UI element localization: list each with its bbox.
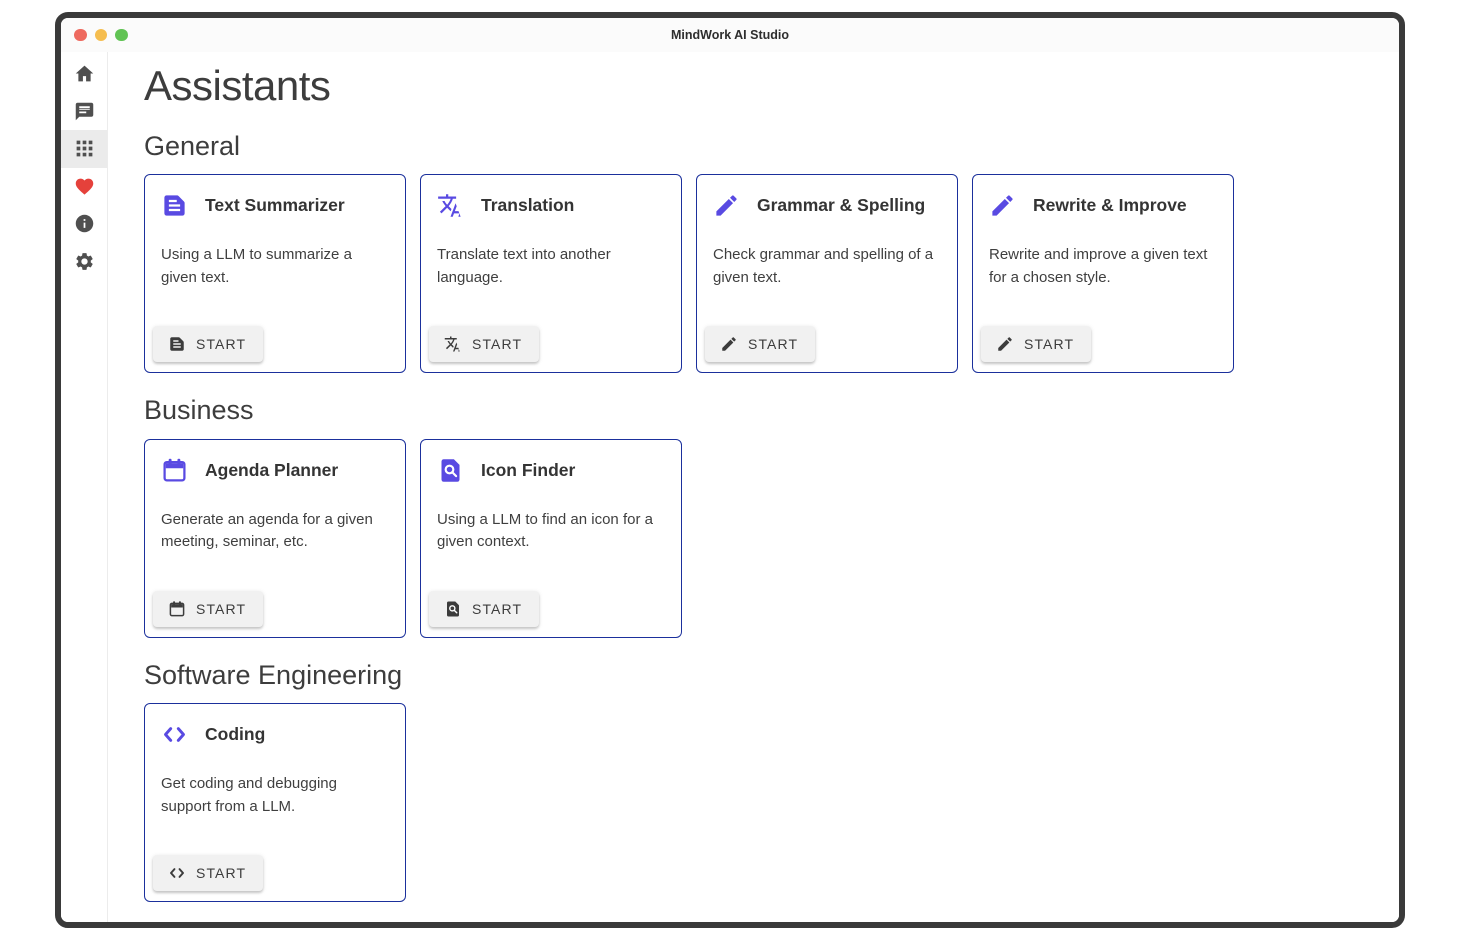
assistant-section: Business Agenda Planner Generate an agen… [144,394,1375,637]
start-button-icon [444,335,462,353]
card-header: Text Summarizer [161,192,389,219]
calendar-icon [161,457,188,484]
minimize-button[interactable] [95,29,108,42]
assistant-card: Text Summarizer Using a LLM to summarize… [144,174,406,373]
close-button[interactable] [74,29,87,42]
assistant-card: Agenda Planner Generate an agenda for a … [144,439,406,638]
assistant-card: Grammar & Spelling Check grammar and spe… [696,174,958,373]
card-header: Rewrite & Improve [989,192,1217,219]
start-button-label: START [196,865,246,881]
card-actions: START [705,326,815,362]
start-button[interactable]: START [429,326,539,362]
start-button[interactable]: START [153,591,263,627]
text-snippet-icon [161,192,188,219]
card-title: Rewrite & Improve [1033,195,1187,216]
sidebar-item-home[interactable] [61,55,107,93]
card-description: Translate text into another language. [437,244,665,289]
code-icon [161,721,188,748]
sidebar-item-about[interactable] [61,205,107,243]
zoom-button[interactable] [115,29,128,42]
card-description: Using a LLM to summarize a given text. [161,244,389,289]
start-button-icon [996,335,1014,353]
start-button-label: START [196,601,246,617]
start-button-label: START [748,336,798,352]
section-heading: Software Engineering [144,659,1375,691]
card-row: Text Summarizer Using a LLM to summarize… [144,174,1375,373]
sidebar-item-settings[interactable] [61,243,107,281]
card-description: Get coding and debugging support from a … [161,773,389,818]
home-icon [74,63,95,84]
card-title: Translation [481,195,574,216]
card-actions: START [153,855,263,891]
card-header: Icon Finder [437,457,665,484]
section-heading: General [144,130,1375,162]
card-title: Text Summarizer [205,195,345,216]
assistant-section: Software Engineering Coding Get coding a… [144,659,1375,902]
assistant-card: Coding Get coding and debugging support … [144,703,406,902]
window-title: MindWork AI Studio [61,28,1399,42]
sidebar-item-chat[interactable] [61,93,107,131]
translate-icon [437,192,464,219]
start-button[interactable]: START [153,855,263,891]
card-header: Grammar & Spelling [713,192,941,219]
start-button-icon [168,864,186,882]
traffic-lights [61,29,128,42]
start-button[interactable]: START [981,326,1091,362]
card-title: Grammar & Spelling [757,195,925,216]
start-button-label: START [472,601,522,617]
card-actions: START [981,326,1091,362]
assistant-card: Translation Translate text into another … [420,174,682,373]
card-title: Agenda Planner [205,460,338,481]
edit-icon [713,192,740,219]
card-header: Coding [161,721,389,748]
card-row: Coding Get coding and debugging support … [144,703,1375,902]
card-description: Using a LLM to find an icon for a given … [437,509,665,554]
card-actions: START [429,591,539,627]
page-title: Assistants [144,62,1375,109]
start-button-icon [720,335,738,353]
sidebar-item-assistants[interactable] [61,130,107,168]
card-row: Agenda Planner Generate an agenda for a … [144,439,1375,638]
assistant-section: General Text Summarizer Using a LLM to s… [144,130,1375,373]
sidebar-item-favorites[interactable] [61,168,107,206]
start-button-label: START [1024,336,1074,352]
start-button[interactable]: START [429,591,539,627]
apps-icon [74,138,95,159]
chat-icon [74,101,95,122]
start-button-label: START [196,336,246,352]
titlebar: MindWork AI Studio [61,18,1399,52]
app-window: MindWork AI Studio Assistants General Te… [55,12,1405,928]
assistant-card: Rewrite & Improve Rewrite and improve a … [972,174,1234,373]
card-description: Check grammar and spelling of a given te… [713,244,941,289]
card-description: Rewrite and improve a given text for a c… [989,244,1217,289]
start-button-label: START [472,336,522,352]
start-button[interactable]: START [153,326,263,362]
edit-icon [989,192,1016,219]
start-button-icon [444,600,462,618]
find-icon-icon [437,457,464,484]
start-button-icon [168,600,186,618]
card-description: Generate an agenda for a given meeting, … [161,509,389,554]
heart-icon [74,176,95,197]
card-header: Translation [437,192,665,219]
main-content: Assistants General Text Summarizer Using… [108,52,1399,922]
settings-icon [74,251,95,272]
window-body: Assistants General Text Summarizer Using… [61,52,1399,922]
desktop: MindWork AI Studio Assistants General Te… [0,0,1457,949]
sidebar-nav [61,52,108,922]
start-button-icon [168,335,186,353]
card-header: Agenda Planner [161,457,389,484]
assistant-card: Icon Finder Using a LLM to find an icon … [420,439,682,638]
card-actions: START [429,326,539,362]
sections: General Text Summarizer Using a LLM to s… [144,130,1375,902]
info-icon [74,213,95,234]
card-actions: START [153,591,263,627]
card-title: Icon Finder [481,460,575,481]
section-heading: Business [144,394,1375,426]
card-actions: START [153,326,263,362]
start-button[interactable]: START [705,326,815,362]
card-title: Coding [205,724,265,745]
